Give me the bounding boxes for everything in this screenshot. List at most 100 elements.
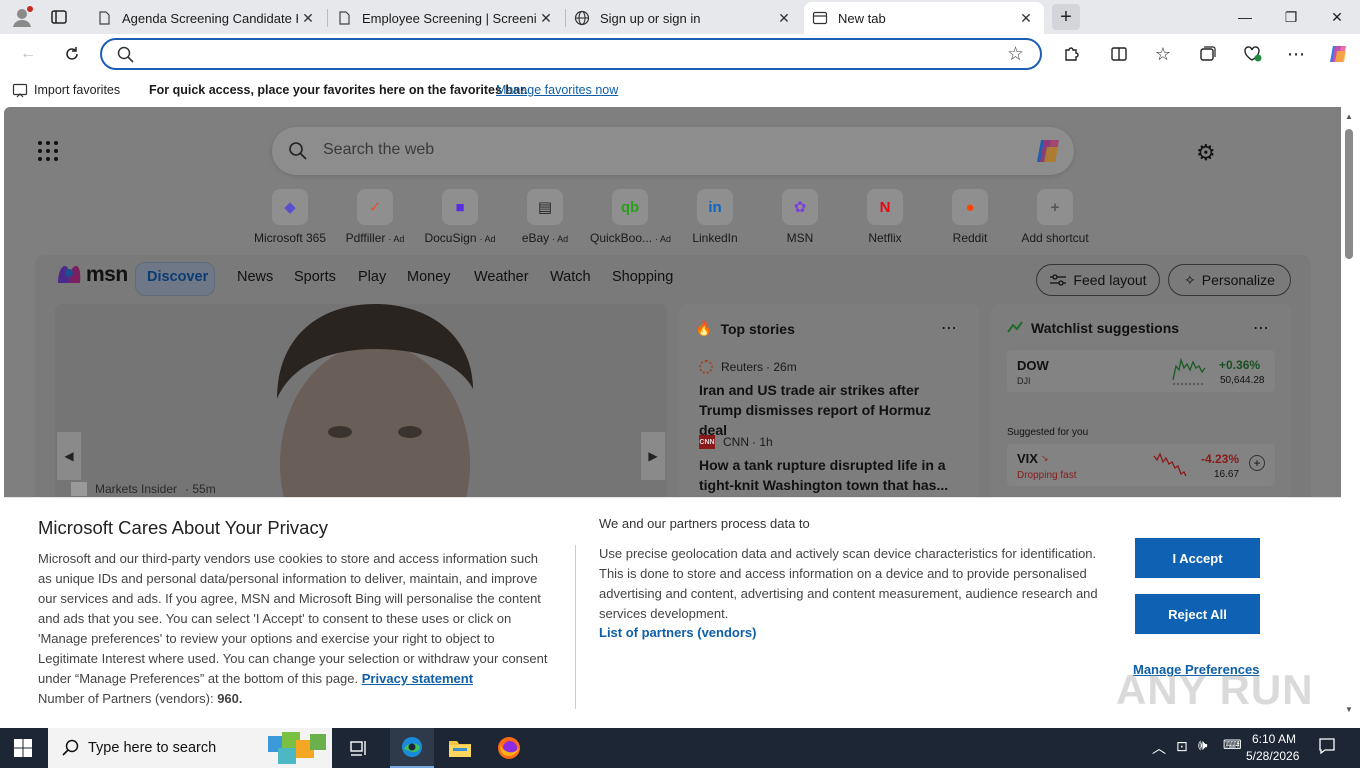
minimize-button[interactable]: — xyxy=(1222,0,1268,34)
feed-layout-button[interactable]: Feed layout xyxy=(1036,264,1160,296)
more-options-icon[interactable]: ⋯ xyxy=(1280,38,1312,70)
story-item[interactable]: Reuters · 26m Iran and US trade air stri… xyxy=(699,360,961,440)
notifications-icon[interactable] xyxy=(1318,737,1336,758)
shortcut-7[interactable]: N Netflix xyxy=(845,189,925,245)
taskbar-search-box[interactable]: Type here to search xyxy=(48,728,332,768)
privacy-right-title: We and our partners process data to xyxy=(599,516,810,531)
shortcut-8[interactable]: ● Reddit xyxy=(930,189,1010,245)
scroll-up-icon[interactable]: ▲ xyxy=(1345,112,1353,121)
scrollbar-thumb[interactable] xyxy=(1345,129,1353,259)
reject-all-button[interactable]: Reject All xyxy=(1135,594,1260,634)
add-to-watchlist-icon[interactable]: + xyxy=(1249,455,1265,471)
restore-button[interactable]: ❐ xyxy=(1268,0,1314,34)
nav-weather[interactable]: Weather xyxy=(474,269,529,285)
file-explorer-icon[interactable] xyxy=(448,737,472,762)
task-view-icon[interactable] xyxy=(350,739,370,760)
story-headline[interactable]: How a tank rupture disrupted life in a t… xyxy=(699,455,961,495)
shortcut-name: DocuSign xyxy=(424,231,477,245)
nav-discover[interactable]: Discover xyxy=(147,269,208,285)
nav-watch[interactable]: Watch xyxy=(550,269,591,285)
accept-button[interactable]: I Accept xyxy=(1135,538,1260,578)
doc-icon xyxy=(336,10,352,26)
shortcut-name: MSN xyxy=(786,231,814,245)
copilot-icon[interactable] xyxy=(1322,38,1354,70)
msn-logo[interactable]: msn xyxy=(56,263,128,287)
web-search-placeholder: Search the web xyxy=(323,141,435,158)
more-options-icon[interactable]: ⋯ xyxy=(1253,318,1269,338)
firefox-icon[interactable] xyxy=(497,736,521,763)
stock-row-vix[interactable]: VIX ↘ Dropping fast -4.23% 16.67 + xyxy=(1007,444,1275,486)
collections-icon[interactable] xyxy=(1191,38,1223,70)
nav-shopping[interactable]: Shopping xyxy=(612,269,673,285)
shortcut-4[interactable]: qb QuickBoo... · Ad xyxy=(590,189,671,245)
scroll-down-icon[interactable]: ▼ xyxy=(1345,705,1353,714)
split-screen-icon[interactable] xyxy=(1103,38,1135,70)
browser-essentials-icon[interactable] xyxy=(1236,38,1268,70)
volume-icon[interactable]: 🕪 xyxy=(1198,737,1207,754)
close-tab-icon[interactable]: ✕ xyxy=(774,10,794,27)
more-options-icon[interactable]: ⋯ xyxy=(941,318,957,338)
back-button[interactable]: ← xyxy=(12,38,44,70)
shortcut-1[interactable]: ✓ Pdffiller · Ad xyxy=(335,189,415,245)
hero-card[interactable]: ◀ ▶ Markets Insider · 55m xyxy=(55,304,667,504)
tab-agenda-screening[interactable]: Agenda Screening Candidate Hub ✕ xyxy=(88,2,326,34)
shortcut-9[interactable]: + Add shortcut xyxy=(1015,189,1095,245)
shortcut-label: Netflix xyxy=(845,231,925,245)
close-tab-icon[interactable]: ✕ xyxy=(298,10,318,27)
partners-list-link[interactable]: List of partners (vendors) xyxy=(599,625,756,640)
stock-row-dow[interactable]: DOW DJI +0.36% 50,644.28 xyxy=(1007,350,1275,392)
shortcut-5[interactable]: in LinkedIn xyxy=(675,189,755,245)
nav-sports[interactable]: Sports xyxy=(294,269,336,285)
favorites-icon[interactable]: ☆ xyxy=(1147,38,1179,70)
import-favorites-button[interactable]: Import favorites xyxy=(12,82,120,98)
refresh-button[interactable] xyxy=(56,38,88,70)
settings-gear-icon[interactable]: ⚙ xyxy=(1196,140,1216,166)
clock-time[interactable]: 6:10 AM xyxy=(1252,732,1296,746)
top-stories-card: 🔥 Top stories ⋯ Reuters · 26m Iran and U… xyxy=(679,304,979,504)
pdffiller-icon: ✓ xyxy=(357,189,393,225)
close-tab-icon[interactable]: ✕ xyxy=(536,10,556,27)
carousel-prev-button[interactable]: ◀ xyxy=(57,432,81,480)
new-tab-button[interactable]: + xyxy=(1052,4,1080,30)
copilot-icon[interactable] xyxy=(1034,138,1062,167)
carousel-next-button[interactable]: ▶ xyxy=(641,432,665,480)
show-hidden-icons-icon[interactable]: ︿ xyxy=(1152,738,1166,758)
address-input[interactable] xyxy=(142,44,1002,64)
page-scrollbar[interactable]: ▲ ▼ xyxy=(1341,107,1360,720)
close-tab-icon[interactable]: ✕ xyxy=(1016,10,1036,27)
address-bar[interactable]: ☆ xyxy=(100,38,1042,70)
tab-sign-in[interactable]: Sign up or sign in ✕ xyxy=(566,2,802,34)
extensions-icon[interactable] xyxy=(1055,38,1087,70)
nav-money[interactable]: Money xyxy=(407,269,451,285)
shortcut-0[interactable]: ◆ Microsoft 365 xyxy=(250,189,330,245)
tab-employee-screening[interactable]: Employee Screening | Screening S ✕ xyxy=(328,2,564,34)
web-search-box[interactable]: Search the web xyxy=(272,127,1074,175)
tab-new-tab[interactable]: New tab ✕ xyxy=(804,2,1044,34)
apps-launcher-icon[interactable] xyxy=(38,141,58,161)
ime-icon[interactable]: ⌨ xyxy=(1223,737,1242,753)
start-button[interactable] xyxy=(14,739,32,760)
shortcut-name: Add shortcut xyxy=(1021,231,1089,245)
favorite-star-icon[interactable]: ☆ xyxy=(1007,43,1024,66)
personalize-button[interactable]: ✧ Personalize xyxy=(1168,264,1291,296)
story-headline[interactable]: Iran and US trade air strikes after Trum… xyxy=(699,380,961,440)
manage-favorites-link[interactable]: Manage favorites now xyxy=(496,83,618,97)
profile-icon[interactable] xyxy=(10,5,34,29)
story-item[interactable]: CNN CNN · 1h How a tank rupture disrupte… xyxy=(699,435,961,495)
close-window-button[interactable]: ✕ xyxy=(1314,0,1360,34)
shortcut-3[interactable]: ▤ eBay · Ad xyxy=(505,189,585,245)
shortcut-name: Netflix xyxy=(868,231,902,245)
puzzle-widget-icon[interactable] xyxy=(266,730,328,769)
edge-taskbar-icon[interactable] xyxy=(390,728,434,768)
anyrun-watermark: ANY RUN xyxy=(1116,666,1314,714)
nav-play[interactable]: Play xyxy=(358,269,386,285)
network-icon[interactable]: ⊡ xyxy=(1176,738,1188,755)
shortcut-2[interactable]: ■ DocuSign · Ad xyxy=(420,189,500,245)
nav-news[interactable]: News xyxy=(237,269,273,285)
clock-date[interactable]: 5/28/2026 xyxy=(1246,749,1299,763)
watermark-text: ANY RUN xyxy=(1116,666,1314,713)
tab-actions-icon[interactable] xyxy=(50,8,68,26)
privacy-statement-link[interactable]: Privacy statement xyxy=(362,671,473,686)
partners-label: Number of Partners (vendors): xyxy=(38,691,214,706)
shortcut-6[interactable]: ✿ MSN xyxy=(760,189,840,245)
